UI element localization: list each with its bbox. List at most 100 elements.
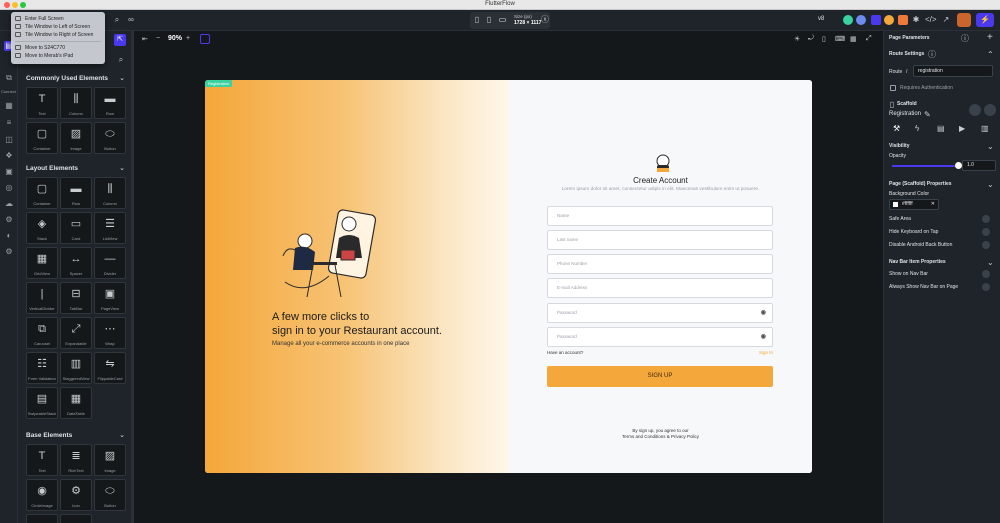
widget-layout-form-validation[interactable]: ☷ Form Validation bbox=[26, 352, 58, 384]
phone-small-icon[interactable]: ▯ bbox=[473, 15, 481, 25]
database-icon[interactable]: ◫ bbox=[4, 135, 14, 145]
zoom-in-icon[interactable]: + bbox=[186, 35, 190, 42]
widget-button[interactable]: ⬭ Button bbox=[94, 122, 126, 154]
name-field[interactable]: Name bbox=[547, 206, 773, 226]
page-tag[interactable]: Registration bbox=[205, 80, 233, 87]
always-show-nav-toggle[interactable] bbox=[982, 283, 990, 291]
version-badge[interactable]: v8 bbox=[818, 16, 824, 22]
widget-layout-listview[interactable]: ☰ ListView bbox=[94, 212, 126, 244]
menu-item-fullscreen[interactable]: Enter Full Screen bbox=[15, 15, 103, 23]
info-icon[interactable]: ⓘ bbox=[928, 50, 936, 60]
widget-layout-expandable[interactable]: ⤢ Expandable bbox=[60, 317, 92, 349]
widget-layout-spacer[interactable]: ↔ Spacer bbox=[60, 247, 92, 279]
copy-button[interactable] bbox=[969, 104, 981, 116]
widget-base-image[interactable]: ▨ Image bbox=[94, 444, 126, 476]
rotate-icon[interactable]: ⤾ bbox=[808, 35, 814, 43]
device-selector[interactable]: ▯ ▯ ▭ Size (px) 1728 × 1117 bbox=[470, 12, 550, 29]
docs-tab-icon[interactable]: ▥ bbox=[981, 124, 989, 134]
safe-area-toggle[interactable] bbox=[982, 215, 990, 223]
add-widget-button[interactable]: ⇱ bbox=[114, 34, 126, 46]
properties-tab-icon[interactable]: ⚒ bbox=[893, 124, 900, 134]
zoom-out-icon[interactable]: − bbox=[156, 35, 160, 42]
add-param-icon[interactable]: + bbox=[987, 33, 993, 43]
widget-more-2[interactable] bbox=[60, 514, 92, 523]
chevron-down-icon[interactable]: ⌄ bbox=[119, 74, 125, 82]
clear-icon[interactable]: ✕ bbox=[931, 201, 935, 207]
widget-layout-stack[interactable]: ◈ Stack bbox=[26, 212, 58, 244]
settings-icon[interactable]: ⚙ bbox=[4, 247, 14, 257]
link-icon[interactable]: ∞ bbox=[126, 15, 136, 25]
phone-icon[interactable]: ▯ bbox=[485, 15, 493, 25]
widget-column[interactable]: ⫼ Column bbox=[60, 87, 92, 119]
widget-row[interactable]: ▬ Row bbox=[94, 87, 126, 119]
disable-back-toggle[interactable] bbox=[982, 241, 990, 249]
collaborator-avatar[interactable] bbox=[856, 15, 866, 25]
delete-button[interactable] bbox=[984, 104, 996, 116]
device-phone-icon[interactable]: ▯ bbox=[822, 35, 826, 43]
widget-icon[interactable]: ⚙ Icon bbox=[60, 479, 92, 511]
widget-layout-wrap[interactable]: ⋯ Wrap bbox=[94, 317, 126, 349]
widget-layout-tabbar[interactable]: ⊟ TabBar bbox=[60, 282, 92, 314]
widget-base-text[interactable]: T Text bbox=[26, 444, 58, 476]
keyboard-icon[interactable]: ⌨ bbox=[835, 35, 845, 43]
chevron-down-icon[interactable]: ⌄ bbox=[987, 258, 994, 268]
chevron-down-icon[interactable]: ⌄ bbox=[987, 142, 994, 152]
widget-layout-card[interactable]: ▭ Card bbox=[60, 212, 92, 244]
widget-image[interactable]: ▨ Image bbox=[60, 122, 92, 154]
bg-color-input[interactable]: #ffffff ✕ bbox=[889, 199, 939, 210]
opacity-input[interactable]: 1.0 bbox=[962, 160, 996, 171]
eye-icon[interactable]: ◉ bbox=[761, 333, 766, 340]
widget-layout-flippablecard[interactable]: ⇋ FlippableCard bbox=[94, 352, 126, 384]
hide-keyboard-toggle[interactable] bbox=[982, 228, 990, 236]
backend-tab-icon[interactable]: ▤ bbox=[937, 124, 945, 134]
widget-layout-verticaldivider[interactable]: | VerticalDivider bbox=[26, 282, 58, 314]
widget-layout-gridview[interactable]: ▦ GridView bbox=[26, 247, 58, 279]
menu-item-tile-left[interactable]: Tile Window to Left of Screen bbox=[15, 23, 103, 31]
theme-icon[interactable]: ◐ bbox=[4, 231, 14, 241]
widget-more-1[interactable] bbox=[26, 514, 58, 523]
data-icon[interactable]: ≡ bbox=[4, 118, 14, 128]
route-input[interactable]: registration bbox=[913, 65, 993, 77]
last-name-field[interactable]: Last name bbox=[547, 230, 773, 250]
chevron-down-icon[interactable]: ⌄ bbox=[119, 431, 125, 439]
layers-icon[interactable]: ⧉ bbox=[4, 73, 14, 83]
light-mode-icon[interactable]: ☀ bbox=[794, 35, 800, 43]
signup-button[interactable]: SIGN UP bbox=[547, 366, 773, 387]
code-icon[interactable]: </> bbox=[925, 15, 937, 25]
requires-auth-checkbox[interactable] bbox=[890, 85, 896, 91]
page-frame[interactable]: A few more clicks to sign in to your Res… bbox=[205, 80, 812, 473]
firebase-icon[interactable] bbox=[898, 15, 908, 25]
search-icon[interactable]: ⌕ bbox=[112, 15, 122, 25]
panel-search-icon[interactable]: ⌕ bbox=[116, 55, 126, 65]
widget-layout-staggeredview[interactable]: ▥ StaggeredView bbox=[60, 352, 92, 384]
widget-text[interactable]: T Text bbox=[26, 87, 58, 119]
team-icon[interactable] bbox=[871, 15, 881, 25]
preview-button[interactable] bbox=[957, 13, 971, 27]
user-avatar[interactable] bbox=[884, 15, 894, 25]
eye-icon[interactable]: ◉ bbox=[761, 309, 766, 316]
info-icon[interactable]: ⓘ bbox=[961, 34, 969, 44]
zoom-level[interactable]: 90% bbox=[168, 35, 182, 42]
widget-container[interactable]: ▢ Container bbox=[26, 122, 58, 154]
widget-layout-pageview[interactable]: ▣ PageView bbox=[94, 282, 126, 314]
email-field[interactable]: E-mail Address bbox=[547, 278, 773, 298]
widget-layout-row[interactable]: ▬ Row bbox=[60, 177, 92, 209]
menu-item-move-display[interactable]: Move to S24C770 bbox=[15, 44, 103, 52]
chevron-down-icon[interactable]: ⌄ bbox=[119, 164, 125, 172]
widget-layout-container[interactable]: ▢ Container bbox=[26, 177, 58, 209]
terms-link[interactable]: Terms and Conditions & Privacy Policy bbox=[509, 434, 812, 439]
show-nav-toggle[interactable] bbox=[982, 270, 990, 278]
chevron-down-icon[interactable]: ⌄ bbox=[987, 180, 994, 190]
opacity-slider-thumb[interactable] bbox=[954, 162, 962, 169]
edit-icon[interactable]: ✎ bbox=[924, 110, 931, 120]
widget-richtext[interactable]: ≣ RichText bbox=[60, 444, 92, 476]
custom-code-icon[interactable]: ⚙ bbox=[4, 215, 14, 225]
phone-field[interactable]: Phone Number bbox=[547, 254, 773, 274]
widget-layout-carousel[interactable]: ⧉ Carousel bbox=[26, 317, 58, 349]
expand-icon[interactable]: ⤢ bbox=[866, 35, 872, 43]
confirm-password-field[interactable]: Password ◉ bbox=[547, 327, 773, 347]
menu-item-move-ipad[interactable]: Move to Merab's iPad bbox=[15, 52, 103, 60]
password-field[interactable]: Password ◉ bbox=[547, 303, 773, 323]
open-external-icon[interactable]: ↗ bbox=[941, 15, 951, 25]
api-icon[interactable]: ◎ bbox=[4, 183, 14, 193]
